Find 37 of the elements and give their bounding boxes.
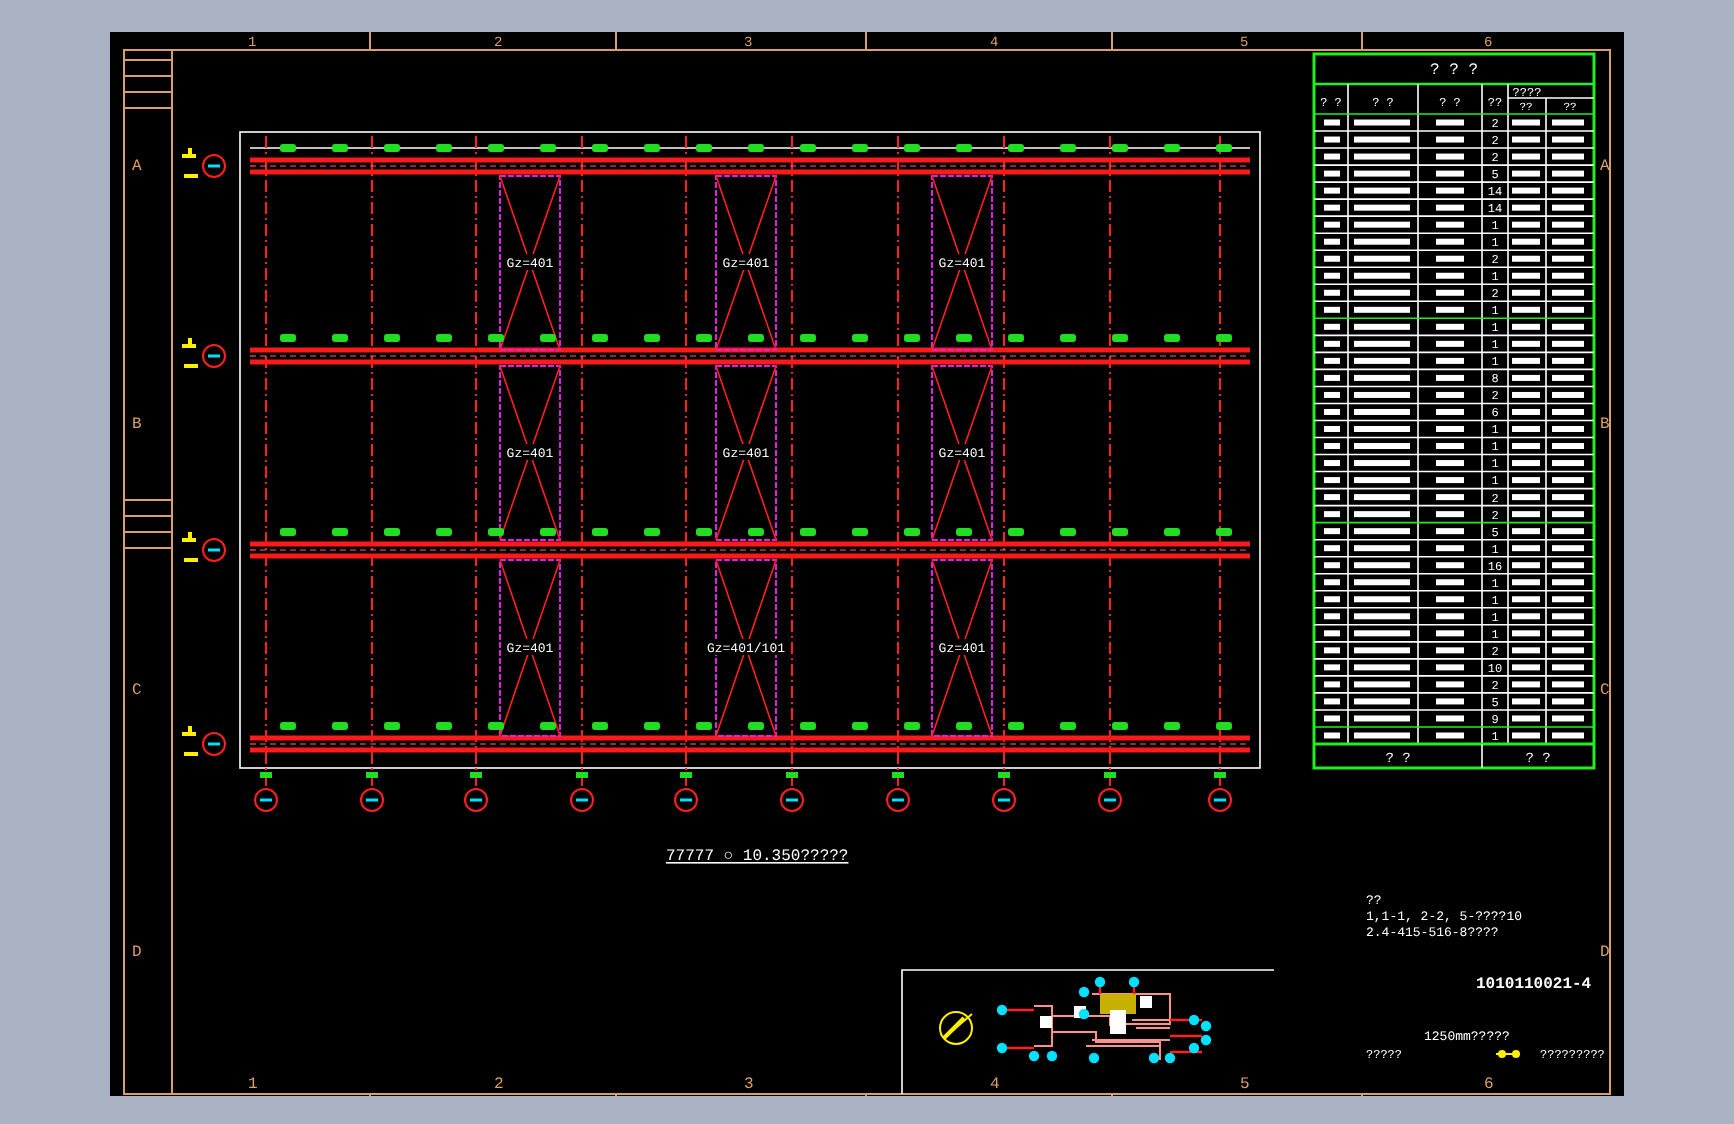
axis-bubble-icon	[202, 538, 226, 562]
section-mark-icon	[182, 532, 198, 562]
section-mark-icon	[182, 148, 198, 178]
key-symbol-icon	[1495, 1050, 1521, 1058]
row-marker: B	[1600, 416, 1610, 434]
row-marker: A	[132, 158, 142, 176]
axis-bubble-icon	[254, 788, 278, 812]
section-mark-icon	[182, 338, 198, 368]
north-arrow-icon	[939, 1011, 973, 1045]
table-title: ? ? ?	[1430, 62, 1478, 80]
column-marker: 4	[990, 1076, 1000, 1094]
column-marker: 3	[744, 1076, 754, 1094]
axis-bubble-icon	[202, 154, 226, 178]
row-marker: C	[1600, 682, 1610, 700]
plan-title: 77777 ○ 10.350?????	[666, 848, 849, 866]
axis-bubble-icon	[464, 788, 488, 812]
axis-bubble-icon	[674, 788, 698, 812]
row-marker: B	[132, 416, 142, 434]
column-marker: 1	[248, 1076, 258, 1094]
row-marker: A	[1600, 158, 1610, 176]
column-marker: 6	[1484, 1076, 1494, 1094]
axis-bubble-icon	[570, 788, 594, 812]
column-marker: 5	[1240, 1076, 1250, 1094]
axis-bubble-icon	[886, 788, 910, 812]
section-mark-icon	[182, 726, 198, 756]
row-marker: D	[1600, 944, 1610, 962]
row-marker: D	[132, 944, 142, 962]
axis-bubble-icon	[202, 344, 226, 368]
axis-bubble-icon	[780, 788, 804, 812]
axis-bubble-icon	[360, 788, 384, 812]
axis-bubble-icon	[1098, 788, 1122, 812]
row-marker: C	[132, 682, 142, 700]
column-marker: 2	[494, 1076, 504, 1094]
axis-bubble-icon	[992, 788, 1016, 812]
drawing-number: 1010110021-4	[1476, 976, 1592, 994]
axis-bubble-icon	[1208, 788, 1232, 812]
axis-bubble-icon	[202, 732, 226, 756]
